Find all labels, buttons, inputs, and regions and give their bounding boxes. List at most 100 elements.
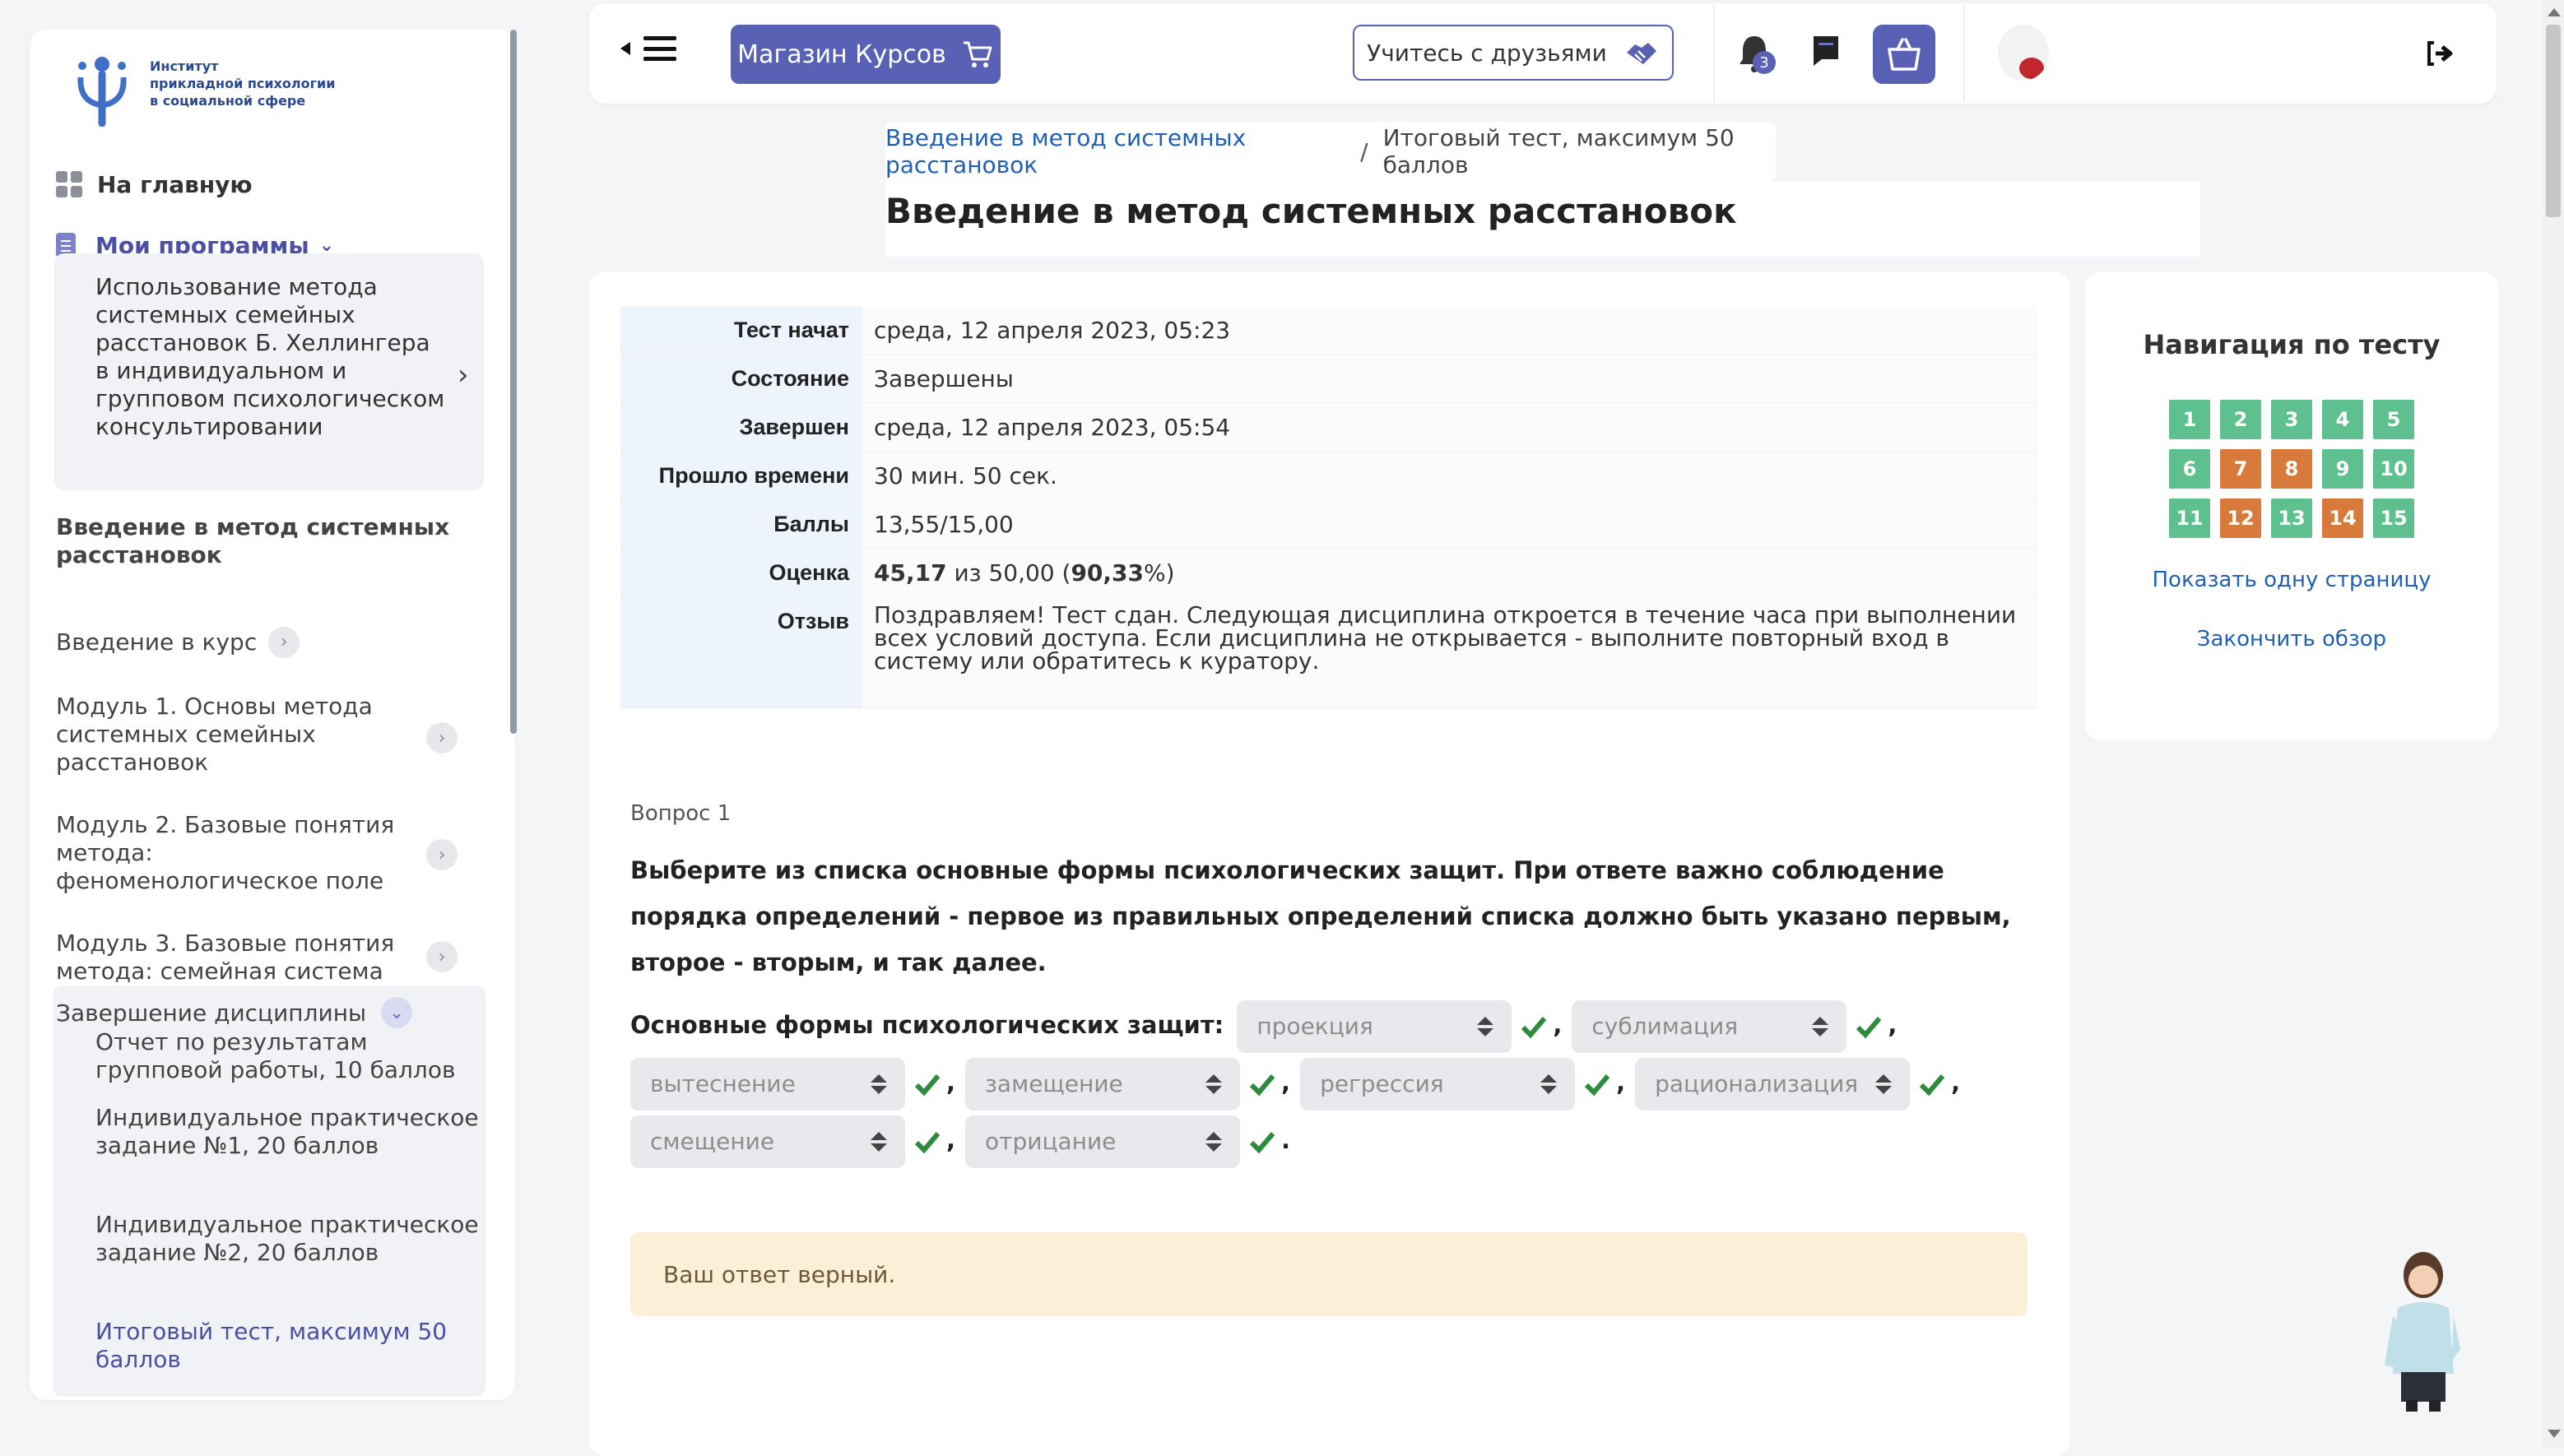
sidebar-item-final[interactable]: Завершение дисциплины ⌄ [56, 997, 413, 1028]
quiz-nav-button[interactable]: 6 [2169, 449, 2210, 489]
answer-select-value: смещение [650, 1128, 775, 1155]
summary-value: 13,55/15,00 [862, 499, 2037, 549]
quiz-nav-button[interactable]: 2 [2220, 400, 2261, 439]
quiz-nav-button[interactable]: 13 [2271, 498, 2312, 538]
breadcrumb-link-course[interactable]: Введение в метод системных расстановок [885, 124, 1345, 179]
basket-icon [1888, 38, 1921, 71]
summary-row-time: Прошло времени 30 мин. 50 сек. [620, 451, 2037, 500]
quiz-nav-button[interactable]: 4 [2322, 400, 2363, 439]
sidebar-item-module-2[interactable]: Модуль 2. Базовые понятия метода: феноме… [56, 811, 418, 895]
answer-select-value: отрицание [985, 1128, 1117, 1155]
home-grid-icon [56, 171, 82, 197]
chevron-down-icon[interactable]: ⌄ [381, 997, 413, 1028]
sidebar-item-home[interactable]: На главную [56, 168, 253, 201]
sidebar-item-module-3[interactable]: Модуль 3. Базовые понятия метода: семейн… [56, 930, 418, 985]
quiz-nav-button[interactable]: 5 [2373, 400, 2414, 439]
answer-select[interactable]: проекция [1237, 1000, 1512, 1053]
summary-row-grade: Оценка 45,17 из 50,00 (90,33%) [620, 548, 2037, 597]
attempt-summary-table: Тест начат среда, 12 апреля 2023, 05:23 … [620, 306, 2037, 708]
avatar[interactable] [1998, 25, 2049, 81]
check-icon [1521, 1017, 1547, 1039]
sidebar-scrollbar[interactable] [510, 30, 517, 734]
logout-icon[interactable] [2426, 39, 2455, 67]
shop-button-label: Магазин Курсов [737, 39, 946, 69]
breadcrumb: Введение в метод системных расстановок /… [885, 122, 1776, 181]
logo-icon[interactable] [63, 48, 142, 127]
chevron-right-icon[interactable]: › [426, 941, 458, 972]
answer-select-value: рационализация [1655, 1070, 1859, 1097]
check-icon [1856, 1017, 1882, 1039]
answer-select[interactable]: замещение [965, 1058, 1241, 1111]
scroll-up-icon[interactable] [2548, 8, 2561, 16]
quiz-nav-button[interactable]: 9 [2322, 449, 2363, 489]
grade-mid: из 50,00 ( [946, 559, 1071, 587]
quiz-nav-button[interactable]: 3 [2271, 400, 2312, 439]
chevron-down-icon: ⌄ [318, 234, 335, 256]
quiz-nav-button[interactable]: 1 [2169, 400, 2210, 439]
select-arrows-icon [1205, 1074, 1223, 1094]
sidebar: Институт прикладной психологии в социаль… [30, 30, 515, 1400]
summary-value: 30 мин. 50 сек. [862, 451, 2037, 500]
select-arrows-icon [1875, 1074, 1893, 1094]
answer-select-value: сублимация [1591, 1013, 1739, 1040]
handshake-icon [1626, 43, 1656, 64]
grade-percent: 90,33 [1071, 559, 1145, 587]
sidebar-subitem-report[interactable]: Отчет по результатам групповой работы, 1… [95, 1028, 482, 1084]
chevron-right-icon[interactable]: › [268, 627, 300, 658]
summary-label: Завершен [620, 402, 862, 452]
summary-value: 45,17 из 50,00 (90,33%) [862, 548, 2037, 597]
quiz-nav-button[interactable]: 14 [2322, 498, 2363, 538]
quiz-navigation-title: Навигация по тесту [2143, 329, 2441, 360]
separator: , [1888, 1011, 1897, 1039]
assistant-character-icon[interactable] [2378, 1242, 2469, 1415]
quiz-nav-button[interactable]: 15 [2373, 498, 2414, 538]
page-scrollbar[interactable] [2543, 0, 2564, 1448]
select-arrows-icon [1477, 1017, 1494, 1036]
finish-review-link[interactable]: Закончить обзор [2085, 627, 2498, 651]
learn-with-friends-button[interactable]: Учитесь с друзьями [1353, 25, 1674, 81]
answer-select[interactable]: рационализация [1635, 1058, 1911, 1111]
summary-row-finished: Завершен среда, 12 апреля 2023, 05:54 [620, 402, 2037, 452]
answer-select[interactable]: отрицание [965, 1115, 1241, 1168]
answer-select[interactable]: сублимация [1572, 1000, 1847, 1053]
sidebar-subitem-final-test[interactable]: Итоговый тест, максимум 50 баллов [95, 1318, 482, 1374]
select-arrows-icon [871, 1074, 887, 1094]
quiz-nav-button[interactable]: 8 [2271, 449, 2312, 489]
sidebar-subitem-task-2[interactable]: Индивидуальное практическое задание №2, … [95, 1211, 482, 1267]
shop-button[interactable]: Магазин Курсов [731, 25, 1001, 84]
summary-label: Оценка [620, 548, 862, 597]
scroll-down-icon[interactable] [2548, 1430, 2561, 1438]
program-item-label: Использование метода системных семейных … [95, 273, 445, 440]
learn-with-friends-label: Учитесь с друзьями [1367, 39, 1607, 67]
sidebar-item-home-label: На главную [97, 170, 253, 198]
chevron-right-icon[interactable]: › [426, 839, 458, 870]
sidebar-item-module-1[interactable]: Модуль 1. Основы метода системных семейн… [56, 693, 418, 777]
select-arrows-icon [1540, 1074, 1558, 1094]
sidebar-item-intro[interactable]: Введение в курс › [56, 627, 300, 658]
quiz-nav-button[interactable]: 12 [2220, 498, 2261, 538]
basket-button[interactable] [1873, 25, 1935, 84]
page-scrollbar-thumb[interactable] [2546, 25, 2561, 217]
answer-select[interactable]: вытеснение [630, 1058, 905, 1111]
quiz-nav-button[interactable]: 11 [2169, 498, 2210, 538]
chevron-right-icon[interactable]: › [426, 722, 458, 754]
menu-toggle[interactable] [620, 36, 676, 61]
answer-select[interactable]: регрессия [1300, 1058, 1576, 1111]
separator: , [1951, 1069, 1961, 1097]
summary-row-started: Тест начат среда, 12 апреля 2023, 05:23 [620, 306, 2037, 355]
quiz-navigation-grid: 1 2 3 4 5 6 7 8 9 10 11 12 13 14 15 [2169, 400, 2414, 538]
quiz-nav-button[interactable]: 7 [2220, 449, 2261, 489]
check-icon [1584, 1074, 1610, 1097]
summary-row-feedback: Отзыв Поздравляем! Тест сдан. Следующая … [620, 596, 2037, 708]
answer-select[interactable]: смещение [630, 1115, 905, 1168]
check-icon [1919, 1074, 1945, 1097]
final-section-label: Завершение дисциплины [56, 999, 367, 1027]
sidebar-subitem-task-1[interactable]: Индивидуальное практическое задание №1, … [95, 1104, 482, 1160]
answer-select-value: регрессия [1320, 1070, 1444, 1097]
show-one-page-link[interactable]: Показать одну страницу [2085, 568, 2498, 592]
chat-icon[interactable] [1810, 33, 1842, 69]
check-icon [1249, 1132, 1275, 1154]
quiz-nav-button[interactable]: 10 [2373, 449, 2414, 489]
summary-row-points: Баллы 13,55/15,00 [620, 499, 2037, 549]
check-icon [914, 1132, 941, 1154]
